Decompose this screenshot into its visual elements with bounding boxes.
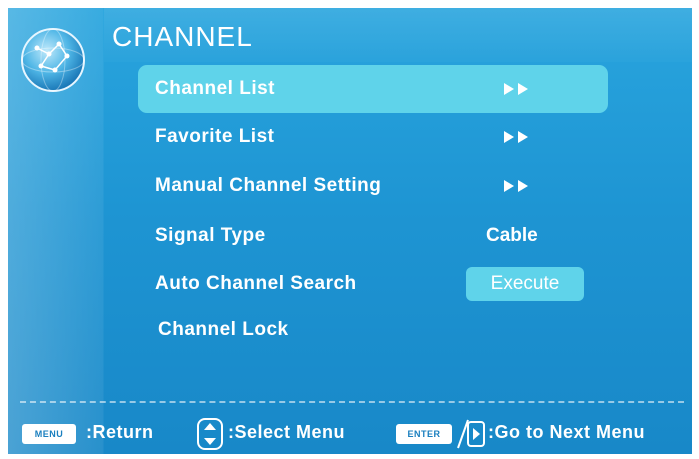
footer-hints: MENU :Return :Select Menu ENTER :Go to N…: [8, 418, 692, 454]
menu-item-label: Signal Type: [155, 225, 266, 246]
menu-item-label: Manual Channel Setting: [155, 175, 382, 196]
menu-item-signal-type[interactable]: Signal Type Cable: [138, 212, 608, 260]
menu-key: MENU: [22, 424, 76, 444]
globe-constellation-icon: [21, 28, 85, 92]
enter-key: ENTER: [396, 424, 452, 444]
submenu-arrows-icon: [504, 180, 528, 192]
menu-item-favorite-list[interactable]: Favorite List: [138, 113, 608, 161]
page-title: CHANNEL: [112, 21, 253, 52]
menu-item-channel-lock[interactable]: Channel Lock: [138, 306, 608, 354]
submenu-arrows-icon: [504, 83, 528, 95]
tv-osd-screen: CHANNEL Channel List Favorite List Manua…: [8, 8, 692, 454]
menu-item-label: Favorite List: [155, 126, 275, 147]
next-menu-hint: :Go to Next Menu: [488, 422, 645, 442]
menu-item-channel-list[interactable]: Channel List: [138, 65, 608, 113]
execute-button[interactable]: Execute: [466, 267, 584, 301]
menu-item-label: Channel Lock: [158, 319, 289, 340]
up-down-arrow-icon: [197, 418, 223, 450]
right-arrow-icon: [457, 419, 485, 449]
menu-item-manual-channel-setting[interactable]: Manual Channel Setting: [138, 162, 608, 210]
menu-item-label: Auto Channel Search: [155, 273, 357, 294]
return-hint: :Return: [86, 422, 154, 442]
signal-type-value: Cable: [486, 225, 538, 246]
select-hint: :Select Menu: [228, 422, 346, 442]
submenu-arrows-icon: [504, 131, 528, 143]
divider: [20, 401, 684, 403]
menu-item-auto-channel-search[interactable]: Auto Channel Search Execute: [138, 260, 608, 308]
menu-item-label: Channel List: [155, 78, 276, 99]
